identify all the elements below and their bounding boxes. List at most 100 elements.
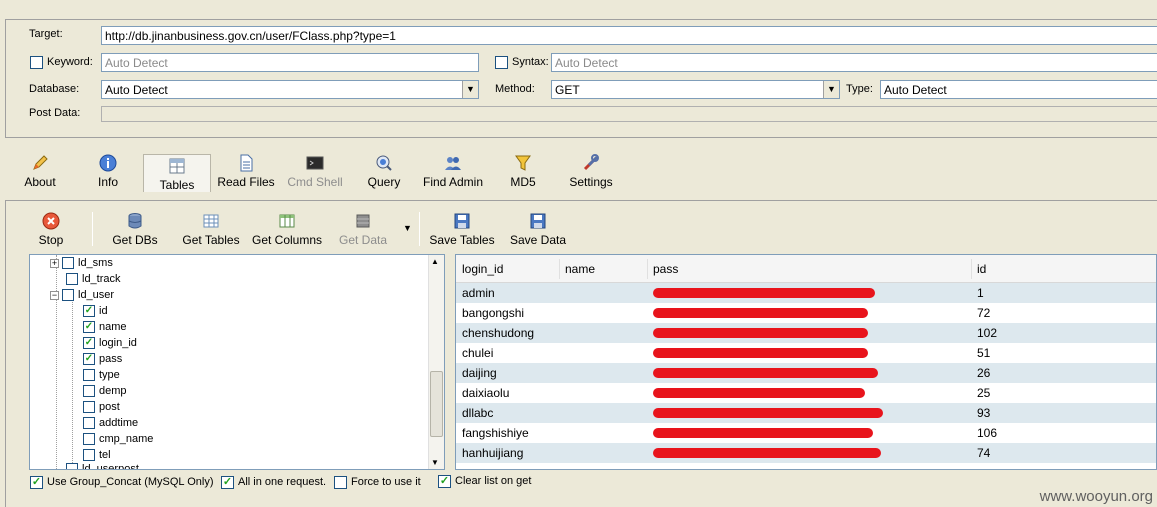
tree-checkbox[interactable] [83,385,95,398]
method-label: Method: [495,83,535,95]
find-admin-button[interactable]: Find Admin [418,154,488,198]
tree-item-name[interactable]: ✓ name [83,320,127,336]
column-divider [647,259,648,279]
column-header-id[interactable]: id [977,262,986,276]
md5-button[interactable]: MD5 [506,154,540,198]
chevron-down-icon[interactable]: ▼ [462,81,478,98]
tree-checkbox[interactable]: ✓ [83,337,95,350]
postdata-input[interactable] [101,106,1157,122]
tree-item-cmp-name[interactable]: cmp_name [83,432,153,448]
scroll-down-icon[interactable]: ▼ [431,458,439,467]
tree-checkbox[interactable] [62,289,74,302]
get-columns-button[interactable]: Get Columns [250,212,324,247]
read-files-button[interactable]: Read Files [216,154,276,198]
tree-checkbox[interactable] [62,257,74,270]
table-row[interactable]: fangshishiye 106 [456,423,1156,443]
chevron-down-icon[interactable]: ▼ [403,223,412,233]
data-grid[interactable]: login_id name pass id admin 1 bangongshi… [455,254,1157,470]
tree-checkbox[interactable] [66,463,78,469]
tree-checkbox[interactable] [83,433,95,446]
watermark: www.wooyun.org [1039,488,1153,505]
tree-item-login-id[interactable]: ✓ login_id [83,336,137,352]
target-input[interactable]: http://db.jinanbusiness.gov.cn/user/FCla… [101,26,1157,45]
tree-checkbox[interactable]: ✓ [83,353,95,366]
target-label: Target: [29,28,63,40]
get-dbs-button[interactable]: Get DBs [110,212,160,247]
column-header-name[interactable]: name [565,262,595,276]
table-row[interactable]: hanhuijiang 74 [456,443,1156,463]
table-row[interactable]: admin 1 [456,283,1156,303]
save-tables-button[interactable]: Save Tables [428,212,496,247]
query-icon [376,155,392,171]
table-row[interactable]: chulei 51 [456,343,1156,363]
query-button[interactable]: Query [362,154,406,198]
table-icon [169,158,185,174]
table-row[interactable]: chenshudong 102 [456,323,1156,343]
tree-item-addtime[interactable]: addtime [83,416,138,432]
expand-icon[interactable]: + [50,258,59,268]
clear-list-checkbox[interactable]: ✓ [438,475,451,488]
tree-checkbox[interactable] [83,369,95,382]
database-select[interactable]: Auto Detect ▼ [101,80,479,99]
group-concat-checkbox[interactable]: ✓ [30,476,43,489]
column-header-pass[interactable]: pass [653,262,678,276]
about-button[interactable]: About [18,154,62,198]
cmd-shell-button[interactable]: Cmd Shell [284,154,346,198]
tree-item-ld-userpost[interactable]: ld_userpost [66,462,139,469]
method-select[interactable]: GET ▼ [551,80,840,99]
table-grid-icon [203,214,219,228]
redaction-mark [653,328,868,338]
redaction-mark [653,308,868,318]
tables-tree[interactable]: + ld_sms ld_track − ld_user ✓ id ✓ name ✓ log… [29,254,445,470]
keyword-checkbox[interactable] [30,56,43,69]
tree-item-post[interactable]: post [83,400,120,416]
type-select[interactable]: Auto Detect [880,80,1157,99]
tree-checkbox[interactable] [83,401,95,414]
database-icon [128,213,142,229]
tree-scrollbar[interactable]: ▲ ▼ [428,255,444,469]
stop-button[interactable]: Stop [34,212,68,247]
tree-item-ld-user[interactable]: − ld_user [50,288,114,304]
clear-list-label: Clear list on get [455,475,532,487]
tree-item-id[interactable]: ✓ id [83,304,108,320]
column-header-login-id[interactable]: login_id [462,262,503,276]
scroll-thumb[interactable] [430,371,443,437]
get-tables-button[interactable]: Get Tables [180,212,242,247]
keyword-label: Keyword: [47,56,93,68]
tree-item-ld-sms[interactable]: + ld_sms [50,256,113,272]
syntax-checkbox[interactable] [495,56,508,69]
tree-item-pass[interactable]: ✓ pass [83,352,122,368]
tree-checkbox[interactable] [66,273,78,286]
database-label: Database: [29,83,80,95]
force-checkbox[interactable] [334,476,347,489]
table-row[interactable]: dllabc 93 [456,403,1156,423]
column-divider [971,259,972,279]
data-icon [356,214,370,228]
table-row[interactable]: daijing 26 [456,363,1156,383]
tree-item-type[interactable]: type [83,368,120,384]
terminal-icon [306,156,324,170]
table-row[interactable]: daixiaolu 25 [456,383,1156,403]
settings-button[interactable]: Settings [566,154,616,198]
funnel-icon [515,155,531,171]
save-icon [530,213,546,229]
info-button[interactable]: Info [88,154,128,198]
keyword-input[interactable]: Auto Detect [101,53,479,72]
redaction-mark [653,368,878,378]
tree-checkbox[interactable]: ✓ [83,305,95,318]
tree-checkbox[interactable] [83,449,95,462]
column-divider [559,259,560,279]
chevron-down-icon[interactable]: ▼ [823,81,839,98]
scroll-up-icon[interactable]: ▲ [431,257,439,266]
tab-tables[interactable]: Tables [143,154,211,192]
tree-checkbox[interactable]: ✓ [83,321,95,334]
syntax-input[interactable]: Auto Detect [551,53,1157,72]
all-in-one-checkbox[interactable]: ✓ [221,476,234,489]
tree-checkbox[interactable] [83,417,95,430]
tree-item-demp[interactable]: demp [83,384,127,400]
table-row[interactable]: bangongshi 72 [456,303,1156,323]
tree-item-ld-track[interactable]: ld_track [66,272,121,288]
collapse-icon[interactable]: − [50,290,59,300]
get-data-button[interactable]: Get Data [337,212,389,247]
save-data-button[interactable]: Save Data [508,212,568,247]
